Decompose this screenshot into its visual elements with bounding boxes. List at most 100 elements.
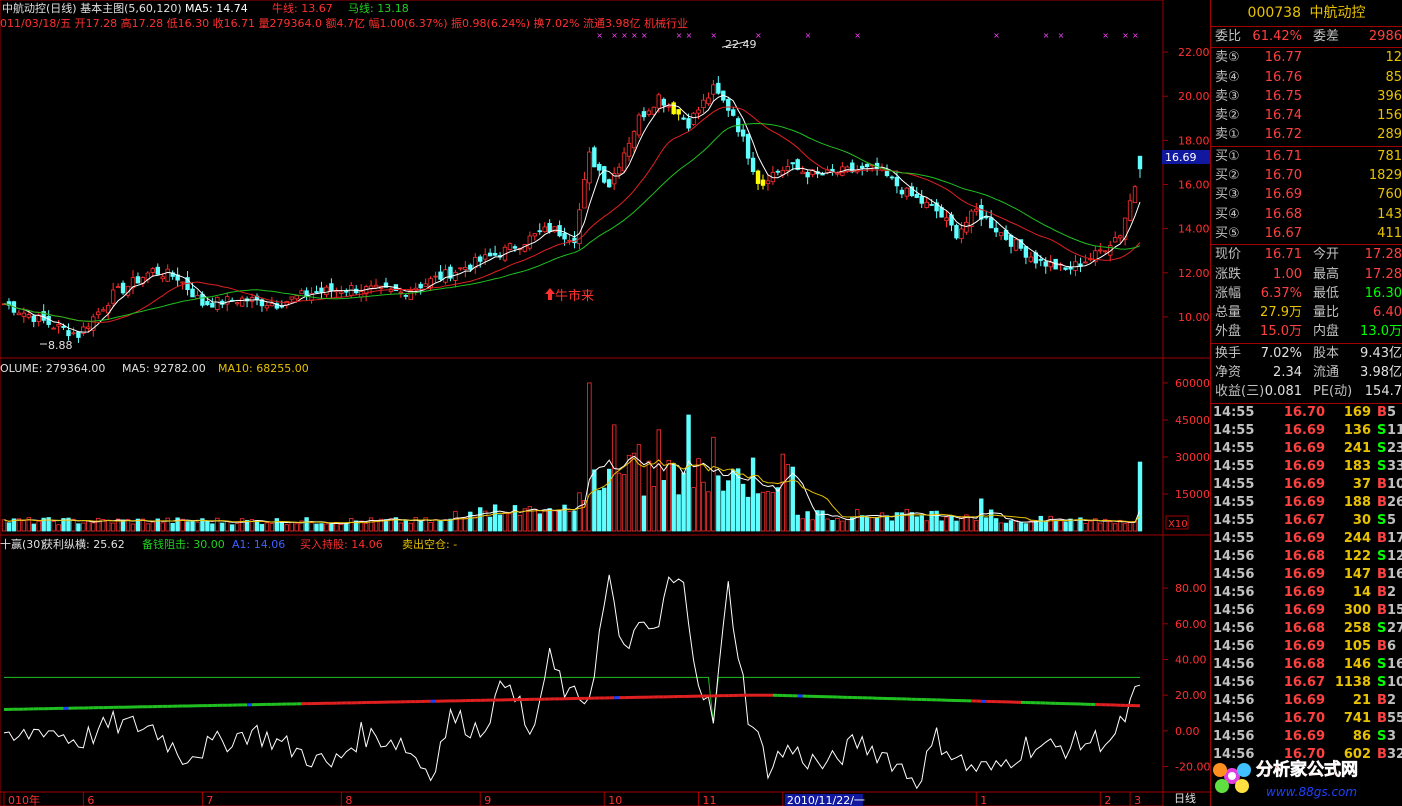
volume-bar[interactable] xyxy=(740,483,746,532)
volume-bar[interactable] xyxy=(319,523,324,532)
candle-body[interactable] xyxy=(800,171,805,175)
volume-bar[interactable] xyxy=(215,517,220,532)
volume-bar[interactable] xyxy=(855,509,860,532)
candle-body[interactable] xyxy=(993,227,999,233)
volume-bar[interactable] xyxy=(552,510,557,532)
candle-body[interactable] xyxy=(711,84,716,95)
volume-bar[interactable] xyxy=(150,521,156,532)
candle-body[interactable] xyxy=(1063,267,1068,270)
candle-body[interactable] xyxy=(805,171,810,178)
volume-bar[interactable] xyxy=(626,454,632,532)
candle-body[interactable] xyxy=(66,330,71,337)
candle-body[interactable] xyxy=(86,326,91,329)
volume-bar[interactable] xyxy=(6,522,12,532)
kline-chart[interactable]: × × × × × × × × × × × × × × × × × 10.0012.0014.0016.0018… xyxy=(0,0,1210,806)
candle-body[interactable] xyxy=(1083,261,1088,264)
volume-bar[interactable] xyxy=(681,472,686,532)
volume-bar[interactable] xyxy=(1127,522,1133,532)
candle-body[interactable] xyxy=(929,204,934,206)
volume-bar[interactable] xyxy=(220,522,225,532)
candle-body[interactable] xyxy=(512,246,518,249)
volume-bar[interactable] xyxy=(363,522,369,532)
volume-bar[interactable] xyxy=(721,490,726,532)
volume-bar[interactable] xyxy=(572,510,577,532)
candle-body[interactable] xyxy=(731,109,736,116)
volume-bar[interactable] xyxy=(210,523,215,532)
volume-bar[interactable] xyxy=(864,516,870,532)
candle-body[interactable] xyxy=(438,271,443,280)
volume-bar[interactable] xyxy=(314,523,319,532)
volume-bar[interactable] xyxy=(418,520,423,532)
volume-bar[interactable] xyxy=(51,521,56,532)
volume-bar[interactable] xyxy=(1038,515,1043,532)
candle-body[interactable] xyxy=(492,252,498,256)
candle-body[interactable] xyxy=(740,129,746,137)
candle-body[interactable] xyxy=(155,266,160,275)
volume-bar[interactable] xyxy=(750,457,756,532)
volume-bar[interactable] xyxy=(587,382,592,532)
volume-bar[interactable] xyxy=(845,518,850,532)
volume-bar[interactable] xyxy=(631,452,637,532)
candle-body[interactable] xyxy=(1112,237,1118,243)
candle-body[interactable] xyxy=(319,287,324,293)
volume-bar[interactable] xyxy=(1073,519,1078,532)
candle-body[interactable] xyxy=(607,179,612,188)
candle-body[interactable] xyxy=(631,131,637,149)
candle-body[interactable] xyxy=(373,284,379,288)
candle-body[interactable] xyxy=(765,180,771,184)
candle-body[interactable] xyxy=(507,243,513,250)
candle-body[interactable] xyxy=(200,293,205,306)
volume-bar[interactable] xyxy=(974,520,979,532)
volume-bar[interactable] xyxy=(770,492,776,532)
volume-bar[interactable] xyxy=(860,515,865,532)
candle-body[interactable] xyxy=(1038,258,1043,261)
volume-bar[interactable] xyxy=(611,424,617,532)
volume-bar[interactable] xyxy=(1003,522,1009,532)
volume-bar[interactable] xyxy=(1033,520,1039,532)
candle-body[interactable] xyxy=(433,275,438,278)
volume-bar[interactable] xyxy=(1028,520,1034,532)
volume-bar[interactable] xyxy=(463,517,468,532)
volume-bar[interactable] xyxy=(497,514,503,532)
candle-body[interactable] xyxy=(696,109,701,114)
volume-bar[interactable] xyxy=(91,522,96,532)
candle-body[interactable] xyxy=(61,325,66,328)
volume-bar[interactable] xyxy=(160,522,165,532)
candle-body[interactable] xyxy=(1023,246,1029,258)
volume-panel[interactable] xyxy=(1,382,1143,532)
candle-body[interactable] xyxy=(314,291,319,293)
volume-bar[interactable] xyxy=(716,475,721,532)
volume-bar[interactable] xyxy=(1,519,7,532)
candle-body[interactable] xyxy=(1132,186,1138,204)
volume-bar[interactable] xyxy=(259,523,265,532)
candle-body[interactable] xyxy=(894,177,900,187)
candle-body[interactable] xyxy=(582,178,587,209)
candle-body[interactable] xyxy=(1013,239,1019,251)
candle-body[interactable] xyxy=(210,302,215,308)
candle-body[interactable] xyxy=(56,323,61,327)
volume-bar[interactable] xyxy=(959,516,964,532)
candle-body[interactable] xyxy=(329,283,334,292)
volume-bar[interactable] xyxy=(701,481,706,532)
volume-bar[interactable] xyxy=(86,520,91,532)
candle-body[interactable] xyxy=(706,97,711,105)
candle-body[interactable] xyxy=(264,305,270,309)
volume-bar[interactable] xyxy=(482,510,488,532)
volume-bar[interactable] xyxy=(324,523,329,532)
candle-body[interactable] xyxy=(1008,234,1014,247)
candle-body[interactable] xyxy=(294,295,299,300)
volume-bar[interactable] xyxy=(636,444,642,532)
volume-bar[interactable] xyxy=(745,496,751,532)
volume-bar[interactable] xyxy=(329,523,334,532)
candle-body[interactable] xyxy=(403,294,409,297)
candle-body[interactable] xyxy=(974,208,979,212)
candle-body[interactable] xyxy=(339,291,344,294)
candle-body[interactable] xyxy=(567,239,572,242)
volume-bar[interactable] xyxy=(884,515,890,532)
candle-body[interactable] xyxy=(726,99,731,111)
volume-bar[interactable] xyxy=(785,464,790,532)
candle-body[interactable] xyxy=(562,232,567,240)
candle-body[interactable] xyxy=(755,170,761,184)
volume-bar[interactable] xyxy=(289,521,294,532)
volume-bar[interactable] xyxy=(1137,461,1143,532)
